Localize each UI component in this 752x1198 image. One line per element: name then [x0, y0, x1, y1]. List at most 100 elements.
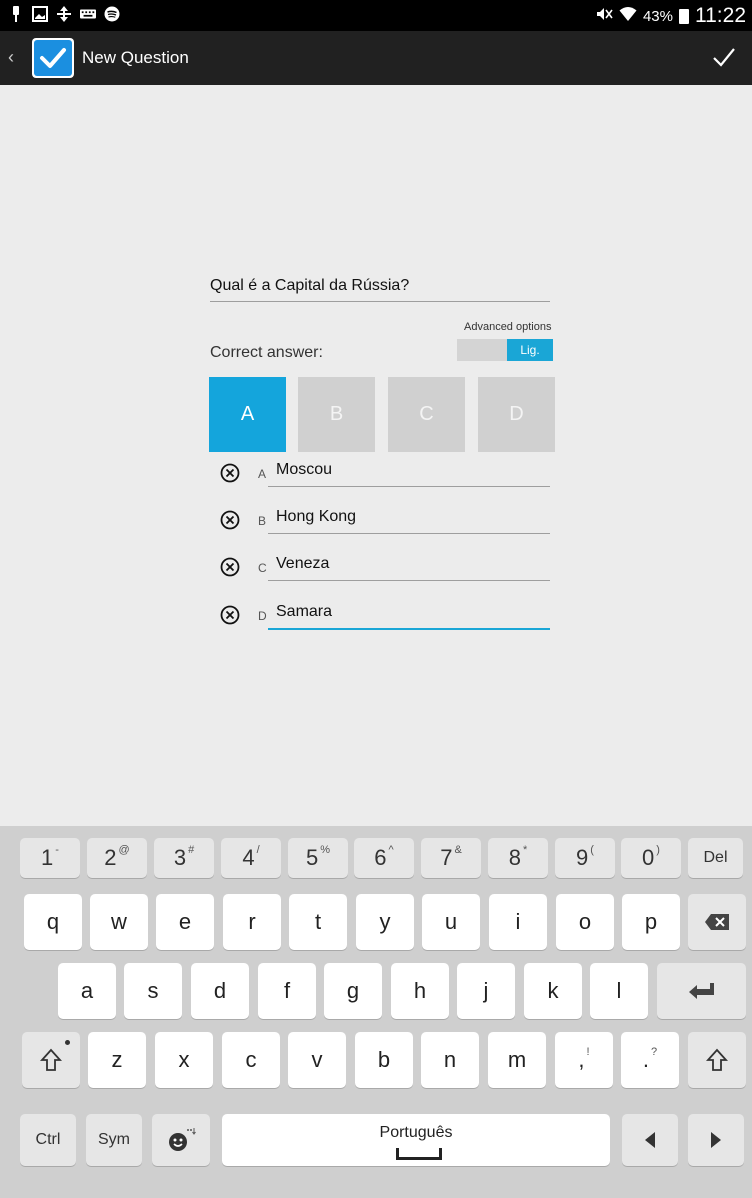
- key-alt: @: [118, 844, 130, 856]
- answer-value: Moscou: [276, 461, 333, 478]
- key-g[interactable]: g: [324, 963, 382, 1019]
- battery-icon: [679, 8, 689, 24]
- remove-answer-icon[interactable]: [220, 463, 240, 483]
- key-d[interactable]: d: [191, 963, 249, 1019]
- answer-input[interactable]: Moscou: [268, 459, 550, 487]
- spotify-icon: [104, 6, 120, 22]
- key-q[interactable]: q: [24, 894, 82, 950]
- space-key[interactable]: Português: [222, 1114, 610, 1166]
- key-h[interactable]: h: [391, 963, 449, 1019]
- arrow-right-icon: [711, 1132, 721, 1148]
- remove-answer-icon[interactable]: [220, 605, 240, 625]
- key-comma[interactable]: ,!: [555, 1032, 613, 1088]
- emoji-key[interactable]: [152, 1114, 210, 1166]
- key-y[interactable]: y: [356, 894, 414, 950]
- key-l[interactable]: l: [590, 963, 648, 1019]
- key-1[interactable]: 1-: [20, 838, 80, 878]
- shift-icon: [40, 1048, 62, 1071]
- key-alt: (: [590, 844, 594, 856]
- key-x[interactable]: x: [155, 1032, 213, 1088]
- cursor-right-key[interactable]: [688, 1114, 744, 1166]
- key-0[interactable]: 0): [621, 838, 681, 878]
- key-5[interactable]: 5%: [288, 838, 348, 878]
- key-main: ,: [578, 1047, 585, 1072]
- app-logo[interactable]: [32, 38, 74, 78]
- answer-letter: A: [258, 467, 267, 481]
- battery-percent: 43%: [642, 7, 673, 25]
- key-alt: /: [256, 844, 260, 856]
- key-m[interactable]: m: [488, 1032, 546, 1088]
- answer-input[interactable]: Veneza: [268, 553, 550, 581]
- advanced-options-toggle[interactable]: Lig.: [457, 339, 553, 361]
- key-n[interactable]: n: [421, 1032, 479, 1088]
- pin-icon: [8, 6, 24, 22]
- key-8[interactable]: 8 *: [488, 838, 548, 878]
- key-9[interactable]: 9(: [555, 838, 615, 878]
- shift-key-left[interactable]: [22, 1032, 80, 1088]
- key-a[interactable]: a: [58, 963, 116, 1019]
- ctrl-key[interactable]: Ctrl: [20, 1114, 76, 1166]
- key-alt: *: [522, 844, 528, 856]
- key-o[interactable]: o: [556, 894, 614, 950]
- shift-key-right[interactable]: [688, 1032, 746, 1088]
- key-b[interactable]: b: [355, 1032, 413, 1088]
- answer-row-d: D Samara: [220, 601, 560, 631]
- enter-icon: [688, 983, 714, 999]
- key-6[interactable]: 6 ^: [354, 838, 414, 878]
- remove-answer-icon[interactable]: [220, 557, 240, 577]
- key-3[interactable]: 3 #: [154, 838, 214, 878]
- remove-answer-icon[interactable]: [220, 510, 240, 530]
- key-4[interactable]: 4/: [221, 838, 281, 878]
- key-period[interactable]: .?: [621, 1032, 679, 1088]
- answer-input[interactable]: Hong Kong: [268, 506, 550, 534]
- wifi-icon: [619, 6, 637, 26]
- key-alt: ?: [651, 1046, 658, 1058]
- key-p[interactable]: p: [622, 894, 680, 950]
- cursor-left-key[interactable]: [622, 1114, 678, 1166]
- key-t[interactable]: t: [289, 894, 347, 950]
- enter-key[interactable]: [657, 963, 746, 1019]
- answer-button-d[interactable]: D: [478, 377, 555, 452]
- key-z[interactable]: z: [88, 1032, 146, 1088]
- space-bar-icon: [396, 1148, 442, 1160]
- page-title: New Question: [82, 48, 189, 67]
- key-7[interactable]: 7 &: [421, 838, 481, 878]
- key-main: 0: [642, 845, 655, 870]
- key-s[interactable]: s: [124, 963, 182, 1019]
- confirm-check-icon[interactable]: [710, 43, 738, 71]
- status-bar: 43% 11:22: [0, 0, 752, 31]
- sym-key[interactable]: Sym: [86, 1114, 142, 1166]
- key-main: .: [642, 1047, 649, 1072]
- key-alt: ^: [388, 844, 394, 856]
- answer-letter: B: [258, 514, 267, 528]
- status-right: 43% 11:22: [595, 4, 746, 28]
- key-w[interactable]: w: [90, 894, 148, 950]
- answer-input-focused[interactable]: Samara: [268, 601, 550, 630]
- caps-dot: [65, 1040, 70, 1045]
- answer-button-c[interactable]: C: [388, 377, 465, 452]
- checkbox-logo-icon: [34, 40, 72, 76]
- key-r[interactable]: r: [223, 894, 281, 950]
- key-v[interactable]: v: [288, 1032, 346, 1088]
- key-2[interactable]: 2 @: [87, 838, 147, 878]
- key-main: 6: [374, 845, 387, 870]
- answer-button-b[interactable]: B: [298, 377, 375, 452]
- key-u[interactable]: u: [422, 894, 480, 950]
- answer-row-c: C Veneza: [220, 553, 560, 583]
- key-i[interactable]: i: [489, 894, 547, 950]
- key-k[interactable]: k: [524, 963, 582, 1019]
- answer-letter: C: [258, 561, 267, 575]
- key-j[interactable]: j: [457, 963, 515, 1019]
- key-alt: ): [656, 844, 660, 856]
- shift-icon: [706, 1048, 728, 1071]
- del-key[interactable]: Del: [688, 838, 743, 878]
- backspace-key[interactable]: [688, 894, 746, 950]
- back-icon[interactable]: ‹: [8, 47, 14, 68]
- key-f[interactable]: f: [258, 963, 316, 1019]
- key-e[interactable]: e: [156, 894, 214, 950]
- key-alt: #: [188, 844, 195, 856]
- answer-button-a[interactable]: A: [209, 377, 286, 452]
- key-c[interactable]: c: [222, 1032, 280, 1088]
- emoji-icon: [169, 1128, 196, 1151]
- question-input[interactable]: Qual é a Capital da Rússia?: [210, 277, 550, 302]
